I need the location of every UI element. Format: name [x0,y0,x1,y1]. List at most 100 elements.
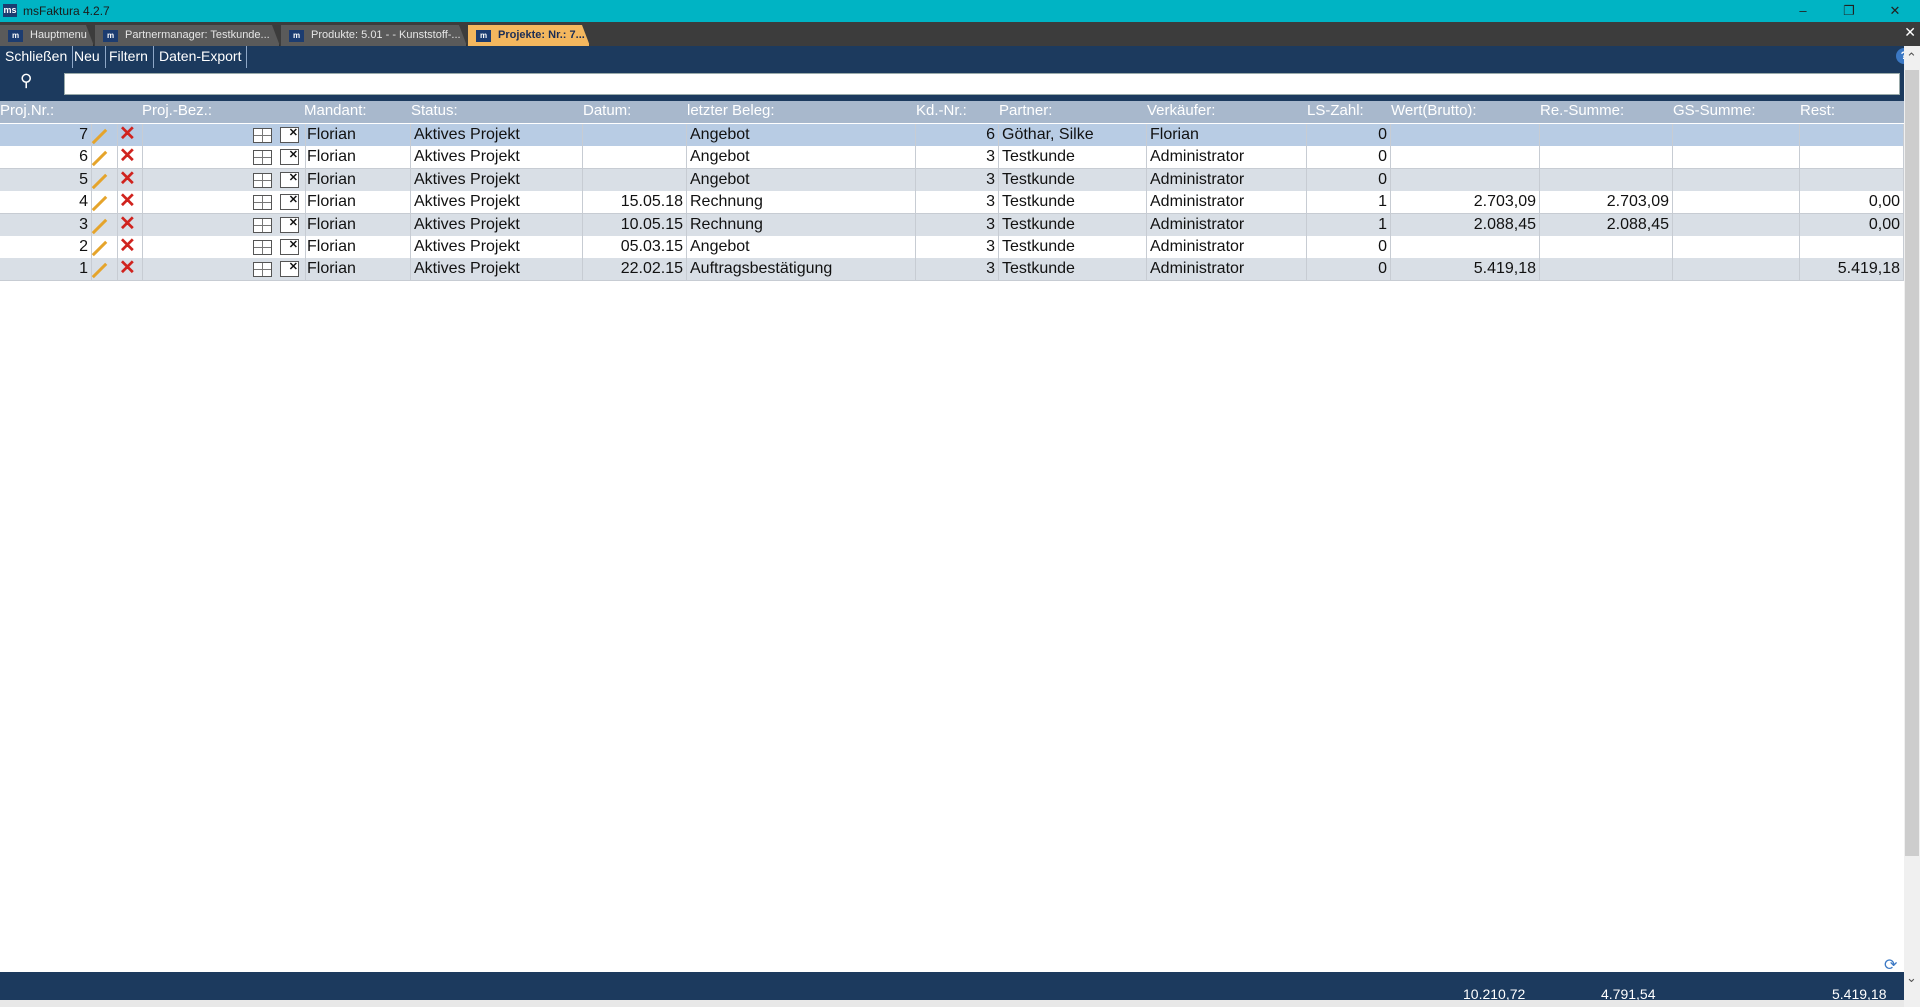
horizontal-scrollbar[interactable] [0,1000,1904,1007]
pencil-icon [91,263,108,279]
tab-partnermanager[interactable]: m Partnermanager: Testkunde... [95,25,280,46]
table-view-icon[interactable] [253,195,272,211]
table-row[interactable]: 4 Florian Aktives Projekt 15.05.18 Rechnung 3… [0,190,1904,215]
col-partner[interactable]: Partner: [999,101,1052,123]
delete-button[interactable]: ✕ [117,168,143,191]
col-datum[interactable]: Datum: [583,101,631,123]
pencil-icon [91,195,108,212]
tab-label: Hauptmenu [30,29,87,41]
table-view-icon[interactable] [253,172,272,188]
cell-rest [1800,168,1904,191]
document-delete-icon[interactable]: ✕ [280,194,299,211]
col-status[interactable]: Status: [411,101,458,123]
table-row[interactable]: 3 Florian Aktives Projekt 10.05.15 Rechnung 3… [0,213,1904,237]
delete-icon: ✕ [119,145,136,168]
tab-projekte[interactable]: m Projekte: Nr.: 7... [468,25,590,46]
col-letzter-beleg[interactable]: letzter Beleg: [687,101,775,123]
document-delete-icon[interactable]: ✕ [280,149,299,166]
data-export-button[interactable]: Daten-Export [154,46,248,68]
cell-proj-nr: 7 [0,124,92,146]
table-row[interactable]: 2 Florian Aktives Projekt 05.03.15 Angebot 3 T… [0,235,1904,259]
close-window-button[interactable]: ✕ [1872,0,1918,22]
edit-button[interactable] [91,191,118,214]
table-view-icon[interactable] [253,217,272,233]
refresh-icon[interactable]: ⟳ [1884,955,1897,975]
cell-proj-nr: 4 [0,191,92,214]
edit-button[interactable] [91,124,118,146]
close-button[interactable]: Schließen [0,46,74,68]
tab-produkte[interactable]: m Produkte: 5.01 - - Kunststoff-... [281,25,467,46]
col-kd-nr[interactable]: Kd.-Nr.: [916,101,967,123]
col-mandant[interactable]: Mandant: [304,101,367,123]
document-delete-icon[interactable]: ✕ [280,171,299,188]
cell-ls-zahl: 1 [1307,191,1391,214]
table-row[interactable]: 1 Florian Aktives Projekt 22.02.15 Auftragsb… [0,257,1904,282]
window-title: msFaktura 4.2.7 [23,4,110,18]
table-view-icon[interactable] [253,240,272,255]
pencil-icon [91,173,108,190]
col-rest[interactable]: Rest: [1800,101,1835,123]
delete-button[interactable]: ✕ [117,257,143,281]
restore-button[interactable]: ❐ [1826,0,1872,22]
scroll-down-icon[interactable]: ⌄ [1906,970,1917,986]
edit-button[interactable] [91,146,118,169]
table-row[interactable]: 5 Florian Aktives Projekt Angebot 3 Testkunde… [0,168,1904,192]
col-re-summe[interactable]: Re.-Summe: [1540,101,1624,123]
col-ls-zahl[interactable]: LS-Zahl: [1307,101,1364,123]
col-wert-brutto[interactable]: Wert(Brutto): [1391,101,1477,123]
edit-button[interactable] [91,213,118,236]
cell-mandant: Florian [304,168,411,191]
delete-button[interactable]: ✕ [117,190,143,214]
cell-proj-nr: 6 [0,146,92,169]
col-verkaeufer[interactable]: Verkäufer: [1147,101,1215,123]
cell-gs-summe [1673,213,1800,236]
table-view-icon[interactable] [253,262,272,278]
document-delete-icon[interactable]: ✕ [280,127,299,143]
delete-button[interactable]: ✕ [117,213,143,236]
cell-rest [1800,236,1904,258]
col-proj-bez[interactable]: Proj.-Bez.: [142,101,212,123]
scrollbar-thumb[interactable] [1905,70,1919,856]
edit-button[interactable] [91,236,118,258]
tab-hauptmenu[interactable]: m Hauptmenu [0,25,94,46]
col-proj-nr[interactable]: Proj.Nr.: [0,101,54,123]
msfaktura-icon: m [289,30,304,42]
delete-button[interactable]: ✕ [117,235,143,258]
delete-button[interactable]: ✕ [117,123,143,146]
cell-datum [583,146,687,169]
col-gs-summe[interactable]: GS-Summe: [1673,101,1756,123]
search-input[interactable] [64,73,1900,95]
cell-rest: 0,00 [1800,191,1904,214]
edit-button[interactable] [91,168,118,191]
cell-status: Aktives Projekt [411,258,583,281]
cell-status: Aktives Projekt [411,124,583,146]
cell-rest: 5.419,18 [1800,258,1904,281]
minimize-button[interactable]: – [1780,0,1826,22]
table-row[interactable]: 6 Florian Aktives Projekt Angebot 3 Testkunde… [0,145,1904,170]
delete-button[interactable]: ✕ [117,145,143,169]
cell-kd-nr: 3 [916,191,999,214]
document-delete-icon[interactable]: ✕ [280,261,299,278]
document-delete-icon[interactable]: ✕ [280,216,299,233]
search-icon[interactable]: ⚲ [20,71,32,91]
table-view-icon[interactable] [253,150,272,166]
close-tab-icon[interactable]: ✕ [1904,24,1916,41]
document-delete-icon[interactable]: ✕ [280,239,299,255]
cell-partner: Testkunde [999,191,1147,214]
tab-label: Produkte: 5.01 - - Kunststoff-... [311,29,461,41]
scroll-up-icon[interactable]: ⌃ [1906,50,1917,66]
filter-button[interactable]: Filtern [104,46,154,68]
table-row[interactable]: 7 Florian Aktives Projekt Angebot 6 Göthar, S… [0,123,1904,147]
title-bar: ms msFaktura 4.2.7 – ❐ ✕ [0,0,1920,22]
cell-re-summe [1540,146,1673,169]
toolbar: Schließen Neu Filtern Daten-Export [0,46,1920,70]
cell-ls-zahl: 0 [1307,236,1391,258]
pencil-icon [91,151,108,167]
cell-re-summe: 2.703,09 [1540,191,1673,214]
table-view-icon[interactable] [253,128,272,143]
cell-verkaeufer: Administrator [1147,236,1307,258]
edit-button[interactable] [91,258,118,281]
cell-ls-zahl: 0 [1307,168,1391,191]
new-button[interactable]: Neu [69,46,106,68]
cell-proj-nr: 2 [0,236,92,258]
